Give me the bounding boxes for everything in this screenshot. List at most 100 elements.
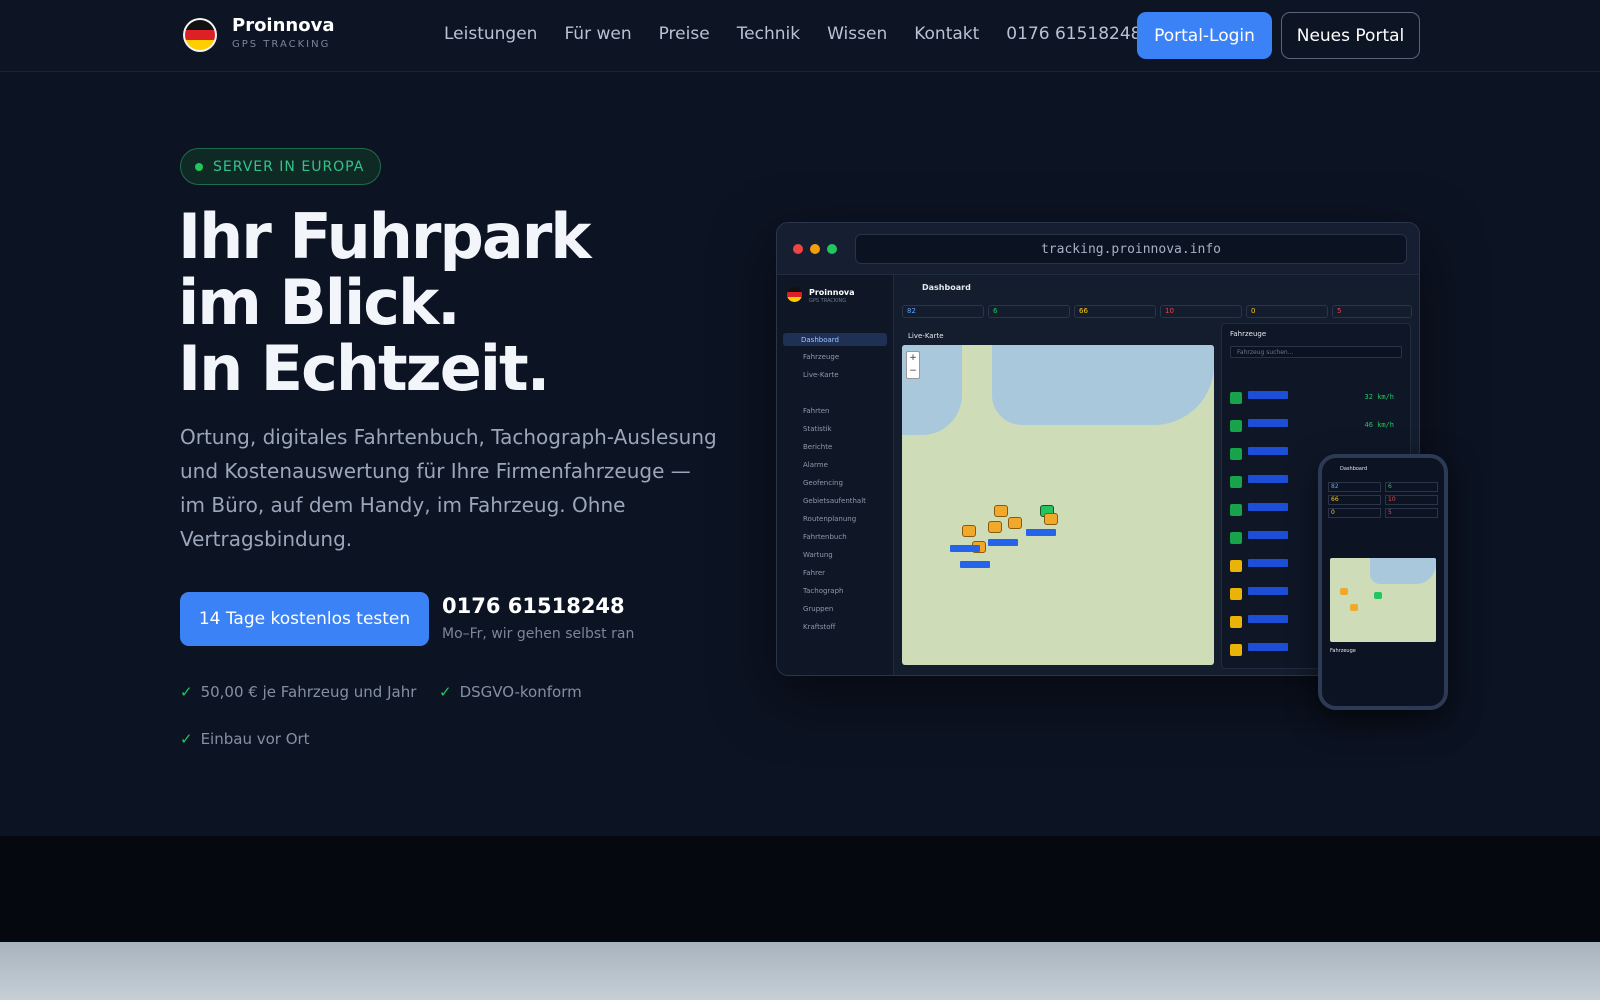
check-label: 50,00 € je Fahrzeug und Jahr bbox=[200, 683, 417, 701]
nav-link-wissen[interactable]: Wissen bbox=[827, 24, 887, 44]
mobile-kpi: 5 bbox=[1385, 508, 1438, 518]
truck-icon bbox=[1230, 392, 1242, 404]
sidebar-item-berichte: Berichte bbox=[803, 443, 833, 451]
nav-link-phone[interactable]: 0176 61518248 bbox=[1006, 24, 1141, 44]
sidebar-item-dashboard: Dashboard bbox=[783, 333, 887, 346]
plate-label bbox=[1248, 419, 1288, 427]
kpi-workshop: 5 bbox=[1332, 305, 1412, 318]
kpi-value: 10 bbox=[1165, 307, 1174, 315]
vehicle-speed: 32 km/h bbox=[1364, 393, 1394, 401]
kpi-value: 66 bbox=[1079, 307, 1088, 315]
app-name: Proinnova bbox=[809, 288, 855, 297]
nav-link-technik[interactable]: Technik bbox=[737, 24, 800, 44]
nav-link-leistungen[interactable]: Leistungen bbox=[444, 24, 537, 44]
vehicle-marker-icon bbox=[1350, 604, 1358, 611]
vehicle-marker-icon bbox=[994, 505, 1008, 517]
check-label: DSGVO-konform bbox=[459, 683, 582, 701]
map-sea bbox=[1370, 558, 1436, 584]
truck-icon bbox=[1230, 532, 1242, 544]
check-item-dsgvo: ✓ DSGVO-konform bbox=[439, 683, 582, 701]
sidebar-item-wartung: Wartung bbox=[803, 551, 833, 559]
checkmark-icon: ✓ bbox=[180, 730, 193, 748]
nav-link-kontakt[interactable]: Kontakt bbox=[914, 24, 979, 44]
nav-link-fuer-wen[interactable]: Für wen bbox=[564, 24, 631, 44]
map-zoom-controls: + − bbox=[906, 351, 920, 379]
sidebar-item-kraftstoff: Kraftstoff bbox=[803, 623, 836, 631]
mobile-list-title: Fahrzeuge bbox=[1330, 648, 1356, 654]
plate-label bbox=[1248, 447, 1288, 455]
browser-url-bar: tracking.proinnova.info bbox=[855, 234, 1407, 264]
vehicle-row: 46 km/h bbox=[1230, 418, 1400, 440]
mobile-kpi: 82 bbox=[1328, 482, 1381, 492]
badge-label: SERVER IN EUROPA bbox=[213, 158, 365, 175]
hero-lead-text: Ortung, digitales Fahrtenbuch, Tachograp… bbox=[180, 425, 717, 551]
brand-logo-icon[interactable] bbox=[183, 18, 217, 52]
brand-name[interactable]: Proinnova bbox=[232, 15, 334, 36]
new-portal-button[interactable]: Neues Portal bbox=[1281, 12, 1420, 59]
mobile-screenshot: Dashboard 82 6 66 10 0 5 Fahrzeuge bbox=[1318, 454, 1448, 710]
vehicle-marker-icon bbox=[1008, 517, 1022, 529]
app-tagline: GPS TRACKING bbox=[809, 298, 847, 304]
portal-login-button[interactable]: Portal-Login bbox=[1137, 12, 1272, 59]
kpi-value: 82 bbox=[907, 307, 916, 315]
vehicle-marker-icon bbox=[1044, 513, 1058, 525]
vehicle-list-title: Fahrzeuge bbox=[1230, 330, 1267, 338]
plate-label bbox=[1248, 391, 1288, 399]
sidebar-item-fahrtenbuch: Fahrtenbuch bbox=[803, 533, 847, 541]
plate-label bbox=[1248, 559, 1288, 567]
sidebar-item-routenplanung: Routenplanung bbox=[803, 515, 857, 523]
vehicle-row: 32 km/h bbox=[1230, 390, 1400, 412]
app-page-title: Dashboard bbox=[922, 283, 971, 292]
plate-label bbox=[950, 545, 980, 552]
close-dot-icon bbox=[793, 244, 803, 254]
vehicle-marker-icon bbox=[962, 525, 976, 537]
kpi-total: 82 bbox=[902, 305, 984, 318]
kpi-value: 6 bbox=[993, 307, 998, 315]
plate-label bbox=[988, 539, 1018, 546]
check-item-price: ✓ 50,00 € je Fahrzeug und Jahr bbox=[180, 683, 416, 701]
live-map: + − bbox=[902, 345, 1214, 665]
free-trial-button[interactable]: 14 Tage kostenlos testen bbox=[180, 592, 429, 646]
sidebar-item-statistik: Statistik bbox=[803, 425, 832, 433]
truck-icon bbox=[1230, 644, 1242, 656]
plate-label bbox=[1248, 587, 1288, 595]
sidebar-item-tachograph: Tachograph bbox=[803, 587, 844, 595]
headline-line-2: im Blick. bbox=[178, 266, 461, 339]
headline-line-3: In Echtzeit. bbox=[178, 332, 550, 405]
kpi-no-signal: 10 bbox=[1160, 305, 1242, 318]
truck-icon bbox=[1230, 420, 1242, 432]
kpi-value: 0 bbox=[1251, 307, 1256, 315]
dark-band-section bbox=[0, 836, 1600, 942]
check-label: Einbau vor Ort bbox=[200, 730, 310, 748]
plate-label bbox=[1248, 475, 1288, 483]
app-logo-icon bbox=[787, 287, 802, 302]
truck-icon bbox=[1230, 448, 1242, 460]
plate-label bbox=[1248, 503, 1288, 511]
mobile-kpi: 10 bbox=[1385, 495, 1438, 505]
plate-label bbox=[1248, 643, 1288, 651]
vehicle-search-input: Fahrzeug suchen... bbox=[1230, 346, 1402, 358]
nav-link-preise[interactable]: Preise bbox=[659, 24, 710, 44]
truck-icon bbox=[1230, 476, 1242, 488]
truck-icon bbox=[1230, 504, 1242, 516]
hero-phone-number[interactable]: 0176 61518248 bbox=[442, 594, 625, 618]
vehicle-marker-icon bbox=[1374, 592, 1382, 599]
kpi-favorites: 0 bbox=[1246, 305, 1328, 318]
nav-links: Leistungen Für wen Preise Technik Wissen… bbox=[444, 24, 1142, 44]
plate-label bbox=[1026, 529, 1056, 536]
mobile-kpi: 66 bbox=[1328, 495, 1381, 505]
truck-icon bbox=[1230, 616, 1242, 628]
minimize-dot-icon bbox=[810, 244, 820, 254]
sidebar-item-geofencing: Geofencing bbox=[803, 479, 843, 487]
map-sea bbox=[992, 345, 1214, 425]
sidebar-item-fahrten: Fahrten bbox=[803, 407, 830, 415]
hero-headline: Ihr Fuhrpark im Blick. In Echtzeit. bbox=[178, 204, 592, 405]
sidebar-item-gruppen: Gruppen bbox=[803, 605, 834, 613]
mobile-kpi: 0 bbox=[1328, 508, 1381, 518]
plate-label bbox=[1248, 615, 1288, 623]
app-sidebar: Proinnova GPS TRACKING Dashboard Fahrzeu… bbox=[777, 275, 894, 675]
sidebar-item-alarme: Alarme bbox=[803, 461, 828, 469]
checkmark-icon: ✓ bbox=[439, 683, 452, 701]
kpi-standby: 66 bbox=[1074, 305, 1156, 318]
server-europe-badge: SERVER IN EUROPA bbox=[180, 148, 382, 185]
